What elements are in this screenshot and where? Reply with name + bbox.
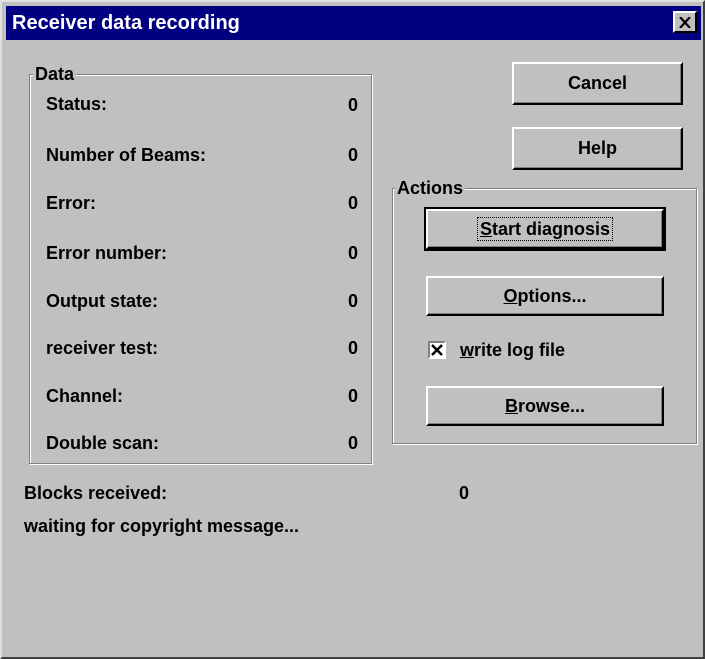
data-group-label: Data xyxy=(33,64,77,84)
number-of-beams-label: Number of Beams: xyxy=(46,145,207,165)
window-title: Receiver data recording xyxy=(12,12,240,34)
output-state-value: 0 xyxy=(347,291,358,311)
error-label: Error: xyxy=(46,193,97,213)
error-value: 0 xyxy=(347,193,358,213)
status-label: Status: xyxy=(46,94,108,114)
close-icon xyxy=(679,16,691,28)
receiver-test-value: 0 xyxy=(347,338,358,358)
browse-label: Browse... xyxy=(504,395,586,416)
dialog-window: Receiver data recording Data Status: 0 N… xyxy=(0,0,705,659)
actions-group-label: Actions xyxy=(395,178,466,198)
output-state-label: Output state: xyxy=(46,291,158,311)
browse-button[interactable]: Browse... xyxy=(426,386,664,426)
status-value: 0 xyxy=(347,95,358,115)
close-button[interactable] xyxy=(673,11,697,33)
cancel-button-label: Cancel xyxy=(567,73,628,93)
blocks-received-label: Blocks received: xyxy=(24,483,168,503)
checkmark-x-icon xyxy=(431,344,443,356)
options-button[interactable]: Options... xyxy=(426,276,664,316)
channel-value: 0 xyxy=(347,386,358,406)
write-log-label[interactable]: write log file xyxy=(460,339,565,361)
error-number-label: Error number: xyxy=(46,243,168,263)
title-bar[interactable]: Receiver data recording xyxy=(6,6,701,40)
blocks-received-value: 0 xyxy=(459,483,470,503)
double-scan-label: Double scan: xyxy=(46,433,160,453)
double-scan-value: 0 xyxy=(347,433,358,453)
cancel-button[interactable]: Cancel xyxy=(512,62,683,105)
status-message: waiting for copyright message... xyxy=(24,516,300,536)
write-log-checkbox[interactable] xyxy=(428,341,446,359)
number-of-beams-value: 0 xyxy=(347,145,358,165)
options-label: Options... xyxy=(503,285,587,306)
help-button[interactable]: Help xyxy=(512,127,683,170)
receiver-test-label: receiver test: xyxy=(46,338,159,358)
error-number-value: 0 xyxy=(347,243,358,263)
help-button-label: Help xyxy=(577,138,617,158)
channel-label: Channel: xyxy=(46,386,124,406)
start-diagnosis-label: Start diagnosis xyxy=(476,217,614,241)
start-diagnosis-button[interactable]: Start diagnosis xyxy=(424,207,666,251)
